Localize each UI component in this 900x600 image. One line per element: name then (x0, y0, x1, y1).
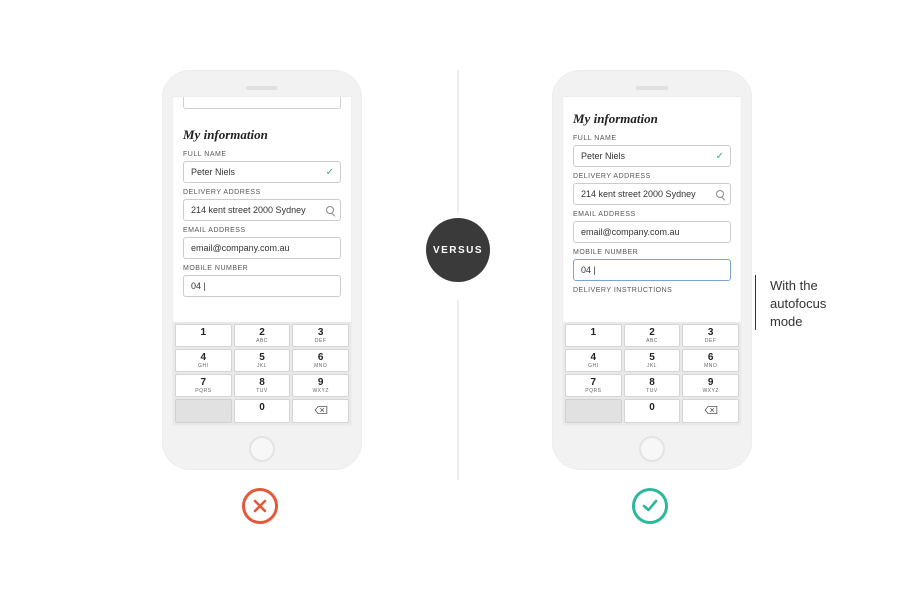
search-icon (326, 200, 334, 220)
annotation-line (755, 275, 756, 330)
key-5[interactable]: 5JKL (234, 349, 291, 372)
email-address-value: email@company.com.au (191, 243, 290, 253)
key-4[interactable]: 4GHI (565, 349, 622, 372)
full-name-value: Peter Niels (581, 151, 625, 161)
label-delivery-address: DELIVERY ADDRESS (183, 189, 341, 196)
versus-badge: VERSUS (426, 218, 490, 282)
valid-check-icon: ✓ (326, 162, 334, 182)
versus-label: VERSUS (433, 245, 483, 256)
key-1[interactable]: 1 (175, 324, 232, 347)
key-7[interactable]: 7PQRS (565, 374, 622, 397)
key-2[interactable]: 2ABC (234, 324, 291, 347)
phone-screen-good: My information FULL NAME Peter Niels ✓ D… (562, 96, 742, 426)
valid-check-icon: ✓ (716, 146, 724, 166)
bad-example-mark (242, 488, 278, 524)
key-3[interactable]: 3DEF (682, 324, 739, 347)
text-caret: | (201, 281, 206, 291)
email-address-field[interactable]: email@company.com.au (183, 237, 341, 259)
key-backspace[interactable] (292, 399, 349, 423)
key-8[interactable]: 8TUV (624, 374, 681, 397)
key-1[interactable]: 1 (565, 324, 622, 347)
key-0[interactable]: 0 (234, 399, 291, 423)
numeric-keypad-bad: 1 2ABC 3DEF 4GHI 5JKL 6MNO 7PQRS 8TUV 9W… (173, 322, 351, 425)
cross-icon (252, 498, 268, 514)
annotation-line2: autofocus (770, 296, 826, 311)
phone-mock-good: My information FULL NAME Peter Niels ✓ D… (552, 70, 752, 470)
annotation-line1: With the (770, 278, 818, 293)
label-email-address: EMAIL ADDRESS (573, 211, 731, 218)
key-8[interactable]: 8TUV (234, 374, 291, 397)
phone-screen-bad: My information FULL NAME Peter Niels ✓ D… (172, 96, 352, 426)
form-title: My information (573, 111, 731, 127)
phone-mock-bad: My information FULL NAME Peter Niels ✓ D… (162, 70, 362, 470)
annotation-text: With the autofocus mode (770, 277, 826, 331)
numeric-keypad-good: 1 2ABC 3DEF 4GHI 5JKL 6MNO 7PQRS 8TUV 9W… (563, 322, 741, 425)
key-6[interactable]: 6MNO (292, 349, 349, 372)
good-example-mark (632, 488, 668, 524)
delivery-address-value: 214 kent street 2000 Sydney (581, 189, 696, 199)
label-mobile-number: MOBILE NUMBER (573, 249, 731, 256)
full-name-value: Peter Niels (191, 167, 235, 177)
mobile-number-value: 04 (581, 265, 591, 275)
email-address-value: email@company.com.au (581, 227, 680, 237)
email-address-field[interactable]: email@company.com.au (573, 221, 731, 243)
phone-speaker (246, 86, 278, 90)
key-blank (175, 399, 232, 423)
delivery-address-field[interactable]: 214 kent street 2000 Sydney (183, 199, 341, 221)
key-9[interactable]: 9WXYZ (682, 374, 739, 397)
previous-input-peek (183, 96, 341, 109)
label-mobile-number: MOBILE NUMBER (183, 265, 341, 272)
phone-speaker (636, 86, 668, 90)
key-backspace[interactable] (682, 399, 739, 423)
key-0[interactable]: 0 (624, 399, 681, 423)
home-button[interactable] (639, 436, 665, 462)
delivery-address-field[interactable]: 214 kent street 2000 Sydney (573, 183, 731, 205)
home-button[interactable] (249, 436, 275, 462)
key-6[interactable]: 6MNO (682, 349, 739, 372)
mobile-number-field[interactable]: 04 | (183, 275, 341, 297)
delivery-address-value: 214 kent street 2000 Sydney (191, 205, 306, 215)
label-delivery-instructions: DELIVERY INSTRUCTIONS (573, 287, 731, 294)
key-9[interactable]: 9WXYZ (292, 374, 349, 397)
full-name-field[interactable]: Peter Niels ✓ (183, 161, 341, 183)
annotation-line3: mode (770, 314, 803, 329)
label-full-name: FULL NAME (183, 151, 341, 158)
label-full-name: FULL NAME (573, 135, 731, 142)
label-delivery-address: DELIVERY ADDRESS (573, 173, 731, 180)
backspace-icon (314, 405, 328, 415)
label-email-address: EMAIL ADDRESS (183, 227, 341, 234)
form-bad: My information FULL NAME Peter Niels ✓ D… (173, 113, 351, 297)
key-7[interactable]: 7PQRS (175, 374, 232, 397)
mobile-number-value: 04 (191, 281, 201, 291)
key-5[interactable]: 5JKL (624, 349, 681, 372)
key-3[interactable]: 3DEF (292, 324, 349, 347)
text-caret: | (591, 265, 596, 275)
backspace-icon (704, 405, 718, 415)
key-2[interactable]: 2ABC (624, 324, 681, 347)
full-name-field[interactable]: Peter Niels ✓ (573, 145, 731, 167)
form-title: My information (183, 127, 341, 143)
form-good: My information FULL NAME Peter Niels ✓ D… (563, 97, 741, 294)
key-blank (565, 399, 622, 423)
search-icon (716, 184, 724, 204)
check-icon (641, 497, 659, 515)
mobile-number-field[interactable]: 04 | (573, 259, 731, 281)
key-4[interactable]: 4GHI (175, 349, 232, 372)
